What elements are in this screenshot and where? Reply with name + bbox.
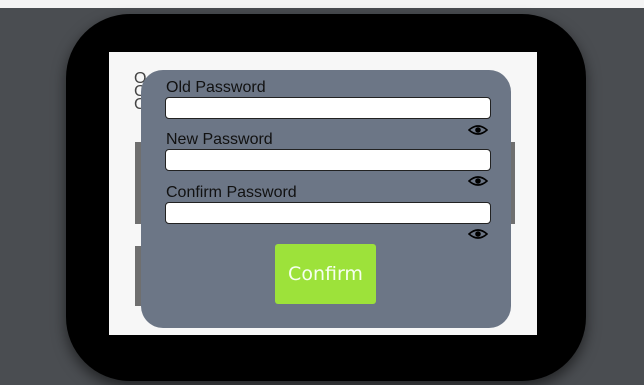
- confirm-password-label: Confirm Password: [166, 184, 297, 201]
- top-strip: [0, 0, 644, 8]
- old-password-input[interactable]: [165, 97, 491, 119]
- change-password-modal: Old Password New Password Confirm Passwo…: [141, 70, 511, 328]
- old-password-label: Old Password: [166, 79, 266, 96]
- eye-icon[interactable]: [468, 124, 488, 136]
- confirm-button[interactable]: Confirm: [275, 244, 376, 304]
- new-password-label: New Password: [166, 131, 273, 148]
- confirm-password-input[interactable]: [165, 202, 491, 224]
- eye-icon[interactable]: [468, 228, 488, 240]
- eye-icon[interactable]: [468, 175, 488, 187]
- new-password-input[interactable]: [165, 149, 491, 171]
